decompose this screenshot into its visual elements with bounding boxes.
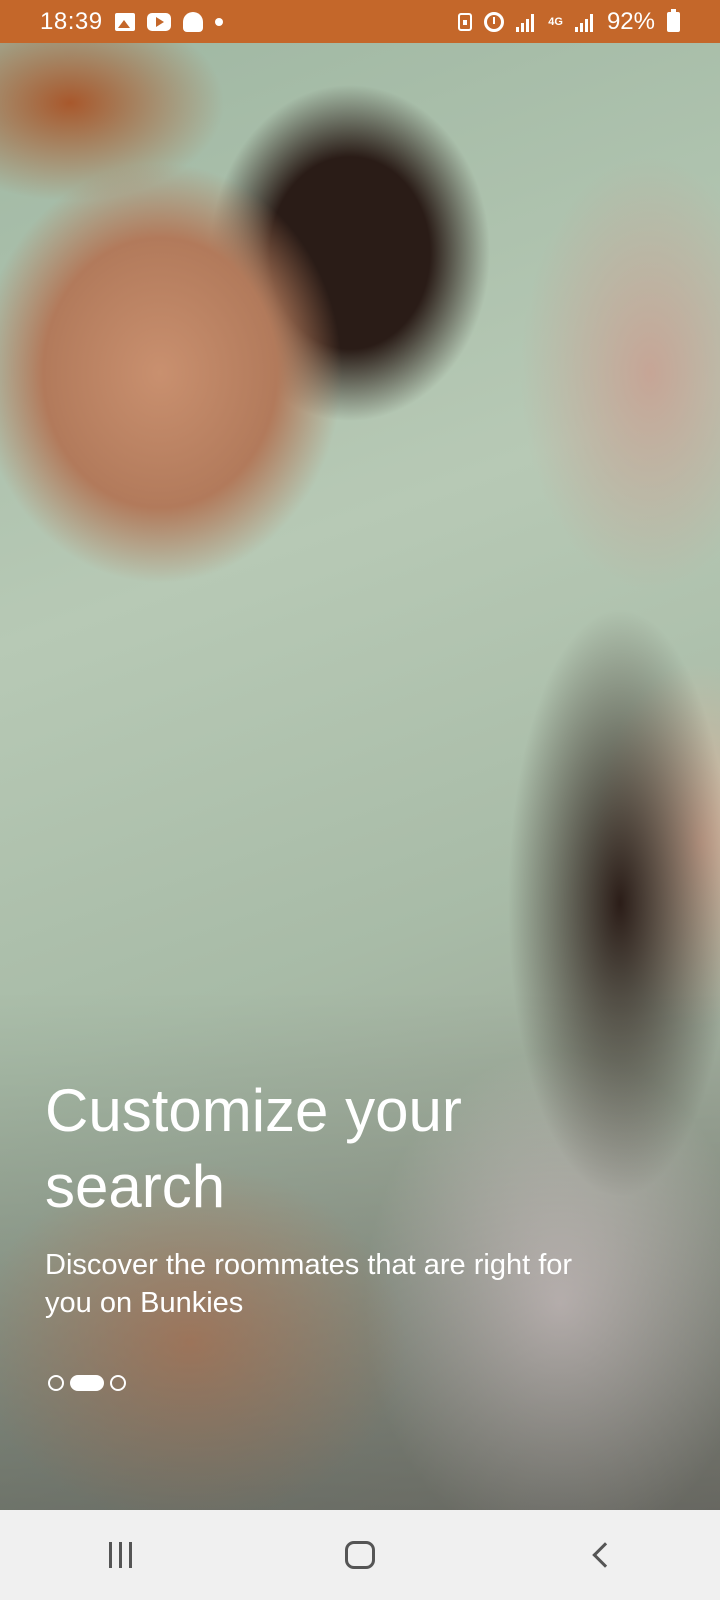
battery-icon — [667, 8, 680, 32]
image-icon — [114, 12, 135, 31]
home-icon — [345, 1541, 375, 1569]
back-button[interactable] — [560, 1525, 640, 1585]
signal-icon — [574, 12, 595, 32]
page-indicator — [48, 1375, 126, 1391]
system-nav-bar — [0, 1510, 720, 1600]
snapchat-icon — [182, 11, 203, 32]
status-right: 4G 92% — [458, 8, 680, 36]
recent-apps-button[interactable] — [80, 1525, 160, 1585]
page-dot[interactable] — [48, 1375, 64, 1391]
back-icon — [592, 1542, 618, 1568]
lock-icon — [458, 12, 473, 31]
home-button[interactable] — [320, 1525, 400, 1585]
status-time: 18:39 — [40, 7, 103, 35]
recent-apps-icon — [108, 1542, 132, 1568]
onboarding-subtitle: Discover the roommates that are right fo… — [45, 1249, 573, 1319]
network-label: 4G — [548, 15, 563, 28]
signal-icon — [516, 12, 536, 32]
alarm-icon — [484, 11, 505, 32]
battery-percent: 92% — [606, 7, 655, 35]
onboarding-title: Customize your search — [45, 1077, 462, 1220]
page-dot[interactable] — [110, 1375, 126, 1391]
onboarding-hero-image[interactable]: Customize your search Discover the roomm… — [0, 43, 720, 1510]
youtube-icon — [146, 12, 171, 31]
notification-dot-icon — [214, 17, 223, 26]
status-left: 18:39 — [40, 8, 223, 36]
page-dot-active[interactable] — [70, 1375, 104, 1391]
status-bar: 18:39 4G 92% — [0, 0, 720, 43]
